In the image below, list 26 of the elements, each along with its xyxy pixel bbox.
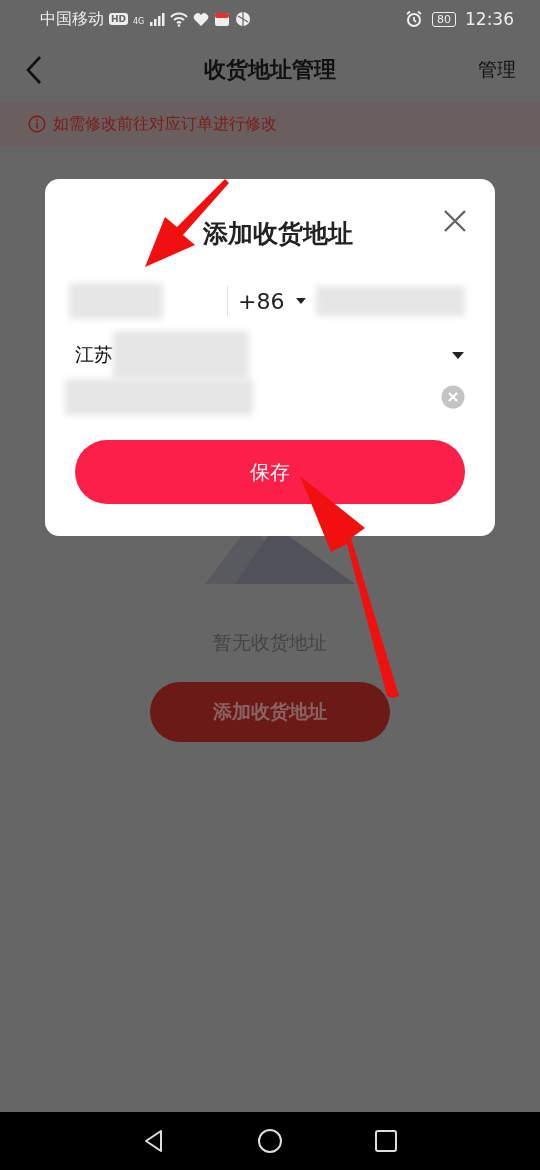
network-type: 4G (133, 16, 145, 26)
region-text[interactable]: 江苏 (75, 342, 113, 368)
close-icon[interactable] (442, 208, 468, 234)
clock-time: 12:36 (465, 9, 514, 29)
heart-icon (193, 11, 210, 27)
back-icon[interactable] (24, 55, 44, 85)
hd-badge: HD (109, 13, 128, 25)
recents-nav-icon[interactable] (373, 1128, 399, 1154)
battery-indicator: 80 (432, 11, 456, 27)
home-nav-icon[interactable] (257, 1128, 283, 1154)
globe-icon (235, 11, 252, 27)
info-icon (28, 115, 46, 133)
wifi-icon (170, 11, 189, 27)
add-address-button[interactable]: 添加收货地址 (150, 682, 390, 742)
save-button[interactable]: 保存 (75, 440, 465, 504)
caret-icon[interactable] (294, 297, 307, 305)
alarm-icon (405, 10, 423, 28)
signal-icon (149, 11, 166, 27)
caret-icon[interactable] (451, 350, 465, 360)
page-title: 收货地址管理 (204, 56, 336, 84)
notice-text: 如需修改前往对应订单进行修改 (53, 113, 277, 135)
box-icon (214, 11, 231, 27)
carrier-name: 中国移动 (40, 8, 104, 30)
manage-link[interactable]: 管理 (478, 57, 516, 83)
country-code-selector[interactable]: +86 (238, 288, 285, 314)
dialog-title: 添加收货地址 (202, 218, 353, 250)
